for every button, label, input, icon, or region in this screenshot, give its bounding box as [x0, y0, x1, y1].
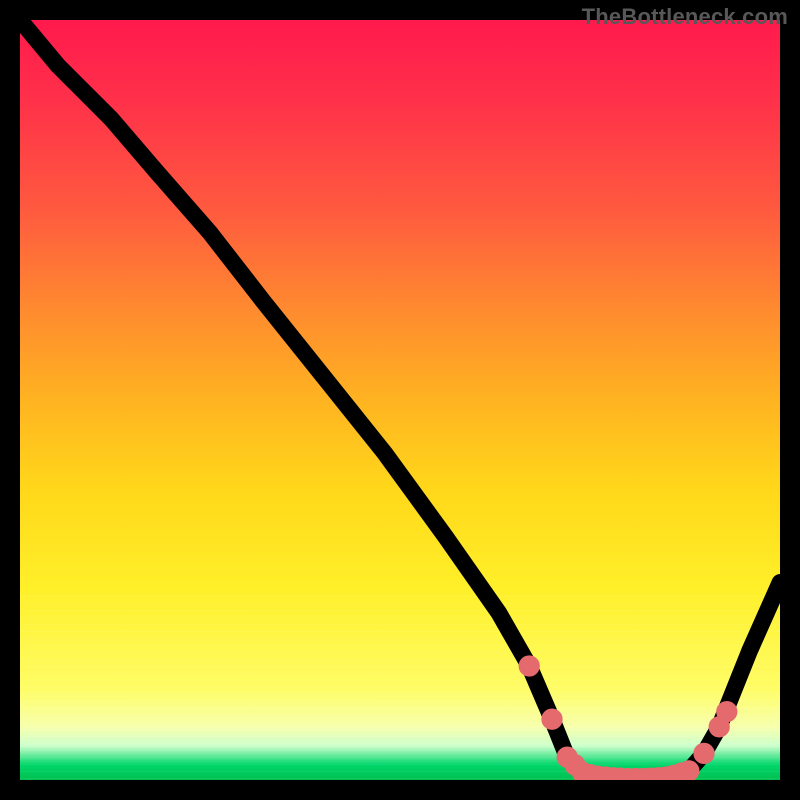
plot-area	[20, 20, 780, 780]
optimal-range-dots	[522, 659, 733, 780]
optimal-dot	[720, 705, 734, 719]
chart-frame: TheBottleneck.com	[0, 0, 800, 800]
optimal-dot	[697, 747, 711, 761]
bottleneck-curve	[20, 20, 780, 778]
optimal-dot	[545, 712, 559, 726]
optimal-dot	[712, 720, 726, 734]
optimal-dot	[522, 659, 536, 673]
optimal-dot	[682, 764, 696, 778]
curve-svg	[20, 20, 780, 780]
